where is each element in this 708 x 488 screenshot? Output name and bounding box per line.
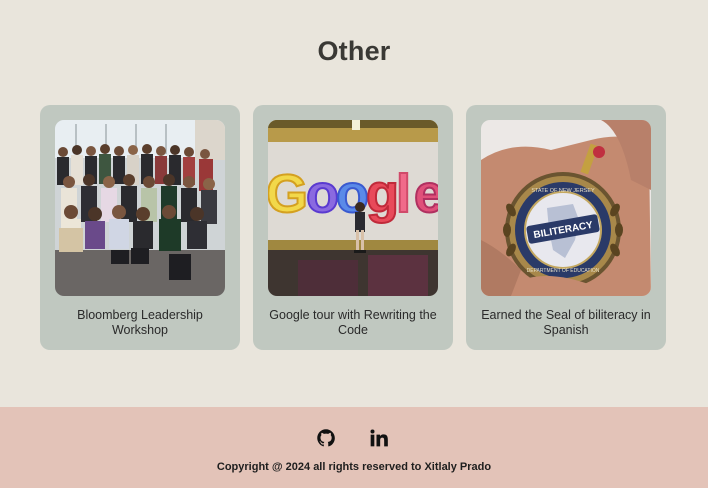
card-google: G o o g l e Google tour with Rewriting t… (253, 105, 453, 350)
svg-text:o: o (306, 164, 339, 224)
linkedin-link[interactable] (369, 428, 389, 448)
footer: Copyright @ 2024 all rights reserved to … (0, 407, 708, 488)
github-link[interactable] (316, 428, 336, 448)
card-image-group-photo (55, 120, 225, 296)
svg-text:e: e (414, 164, 438, 224)
svg-text:G: G (268, 164, 308, 224)
card-image-biliteracy-medal: BILITERACY STATE OF NEW JERSEY DEPARTMEN… (481, 120, 651, 296)
card-caption: Earned the Seal of biliteracy in Spanish (481, 308, 651, 337)
medal-bottom-text: DEPARTMENT OF EDUCATION (527, 268, 600, 274)
svg-text:l: l (396, 164, 411, 224)
copyright-text: Copyright @ 2024 all rights reserved to … (216, 461, 492, 473)
section-title: Other (317, 36, 391, 66)
card-image-google-sign: G o o g l e (268, 120, 438, 296)
card-caption: Bloomberg Leadership Workshop (77, 308, 203, 337)
cards-grid: Bloomberg Leadership Workshop G o o g l (40, 105, 666, 350)
card-caption: Google tour with Rewriting the Code (269, 308, 437, 337)
github-icon (317, 429, 335, 447)
linkedin-icon (370, 429, 388, 447)
svg-text:g: g (366, 164, 399, 224)
card-bloomberg: Bloomberg Leadership Workshop (40, 105, 240, 350)
card-biliteracy: BILITERACY STATE OF NEW JERSEY DEPARTMEN… (466, 105, 666, 350)
medal-top-text: STATE OF NEW JERSEY (531, 188, 595, 194)
